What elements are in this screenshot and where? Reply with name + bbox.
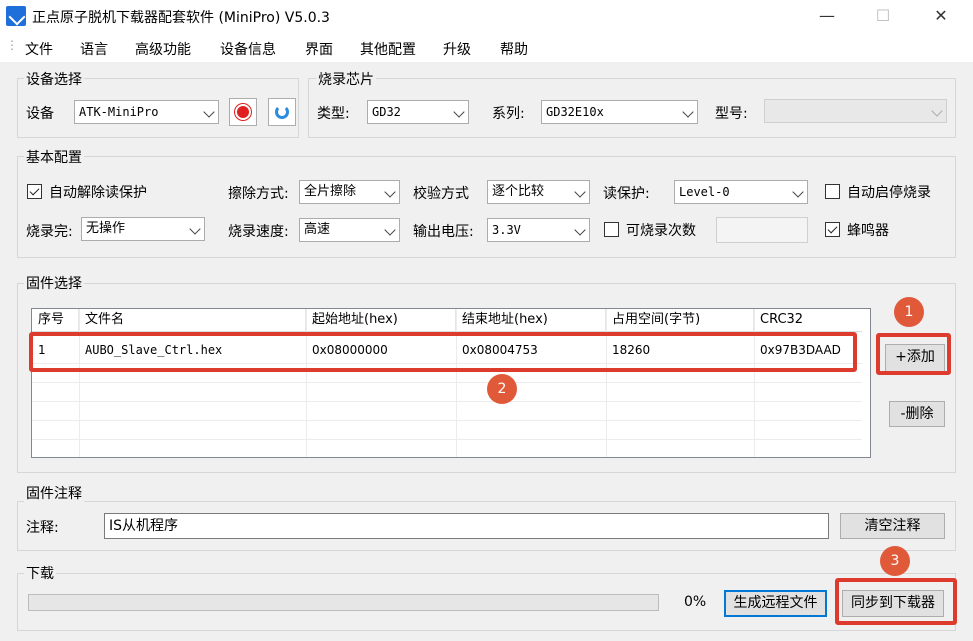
count-label: 可烧录次数 [626,223,696,239]
menu-file[interactable]: 文件 [25,39,53,59]
col-header-index[interactable]: 序号 [32,309,79,331]
count-checkbox[interactable] [604,222,619,237]
chip-model-label: 型号: [715,106,748,122]
verify-combo[interactable]: 逐个比较 [487,180,590,204]
chevron-down-icon [931,105,943,117]
delete-firmware-button[interactable]: -删除 [889,401,945,427]
chip-series-label: 系列: [492,106,525,122]
stop-button[interactable] [229,98,257,126]
chevron-down-icon [384,186,396,198]
highlight-box-row [29,332,857,372]
device-value: ATK-MiniPro [79,105,159,119]
basic-config-group [17,156,956,258]
chip-title: 烧录芯片 [316,69,376,89]
clear-note-button[interactable]: 清空注释 [840,513,945,539]
firmware-title: 固件选择 [24,273,84,293]
refresh-icon [275,105,289,119]
col-header-start-addr[interactable]: 起始地址(hex) [306,309,456,331]
voltage-label: 输出电压: [413,224,474,240]
auto-start-label: 自动启停烧录 [847,185,931,201]
progress-percent: 0% [684,594,707,610]
auto-unprotect-checkbox[interactable] [27,184,42,199]
chevron-down-icon [203,106,215,118]
erase-label: 擦除方式: [228,186,289,202]
finish-label: 烧录完: [26,224,73,240]
chevron-down-icon [384,224,396,236]
chip-series-combo[interactable]: GD32E10x [541,100,698,124]
chevron-down-icon [453,106,465,118]
menu-advanced[interactable]: 高级功能 [135,39,191,59]
speed-label: 烧录速度: [228,224,289,240]
chip-type-combo[interactable]: GD32 [367,100,469,124]
chip-model-combo[interactable] [764,99,947,123]
download-title: 下载 [24,563,56,583]
speed-combo[interactable]: 高速 [299,218,400,242]
chevron-down-icon [792,186,804,198]
chevron-down-icon [189,223,201,235]
firmware-table: 序号 文件名 起始地址(hex) 结束地址(hex) 占用空间(字节) CRC3… [31,308,871,458]
highlight-box-sync [835,578,957,625]
grid-line [32,401,862,402]
finish-combo[interactable]: 无操作 [81,217,205,241]
highlight-box-add [876,333,951,375]
step-badge-3: 3 [880,546,910,576]
count-input[interactable] [716,217,808,243]
note-title: 固件注释 [24,483,84,503]
chevron-down-icon [574,186,586,198]
menu-other-config[interactable]: 其他配置 [360,39,416,59]
close-button[interactable]: ✕ [918,0,964,34]
speed-value: 高速 [304,222,331,237]
voltage-value: 3.3V [492,223,521,237]
menu-device-info[interactable]: 设备信息 [220,39,276,59]
col-header-crc[interactable]: CRC32 [754,309,870,331]
device-select-title: 设备选择 [24,69,84,89]
buzzer-label: 蜂鸣器 [847,223,889,239]
menu-help[interactable]: 帮助 [500,39,528,59]
step-badge-2: 2 [487,374,517,404]
maximize-button[interactable]: ☐ [860,0,906,34]
grid-line [32,420,862,421]
menu-upgrade[interactable]: 升级 [443,39,471,59]
finish-value: 无操作 [86,221,126,236]
buzzer-checkbox[interactable] [825,222,840,237]
read-protect-label: 读保护: [603,186,650,202]
read-protect-combo[interactable]: Level-0 [674,180,808,204]
menu-grip-icon: ⋮ [6,38,18,52]
grid-line [32,382,862,383]
menu-interface[interactable]: 界面 [305,39,333,59]
verify-value: 逐个比较 [492,184,545,199]
step-badge-1: 1 [894,297,924,327]
verify-label: 校验方式 [413,186,469,202]
voltage-combo[interactable]: 3.3V [487,218,590,242]
generate-remote-file-button[interactable]: 生成远程文件 [724,590,827,617]
download-progress-bar [28,594,659,611]
erase-combo[interactable]: 全片擦除 [299,180,400,204]
note-label: 注释: [26,520,59,536]
chevron-down-icon [574,224,586,236]
erase-value: 全片擦除 [304,184,357,199]
refresh-button[interactable] [268,98,296,126]
chevron-down-icon [682,106,694,118]
chip-type-value: GD32 [372,105,401,119]
chip-series-value: GD32E10x [546,105,604,119]
app-logo-icon [6,6,26,26]
col-header-end-addr[interactable]: 结束地址(hex) [456,309,606,331]
menu-language[interactable]: 语言 [80,39,108,59]
device-combo[interactable]: ATK-MiniPro [74,100,219,124]
grid-line [32,439,862,440]
device-label: 设备 [26,106,54,122]
auto-start-checkbox[interactable] [825,184,840,199]
col-header-size[interactable]: 占用空间(字节) [606,309,754,331]
auto-unprotect-label: 自动解除读保护 [49,185,147,201]
minimize-button[interactable]: — [804,0,850,34]
window-title: 正点原子脱机下载器配套软件 (MiniPro) V5.0.3 [32,10,330,26]
chip-type-label: 类型: [317,106,350,122]
col-header-filename[interactable]: 文件名 [79,309,306,331]
record-stop-icon [235,104,251,120]
basic-config-title: 基本配置 [24,147,84,167]
read-protect-value: Level-0 [679,185,730,199]
note-input[interactable]: IS从机程序 [104,513,829,539]
